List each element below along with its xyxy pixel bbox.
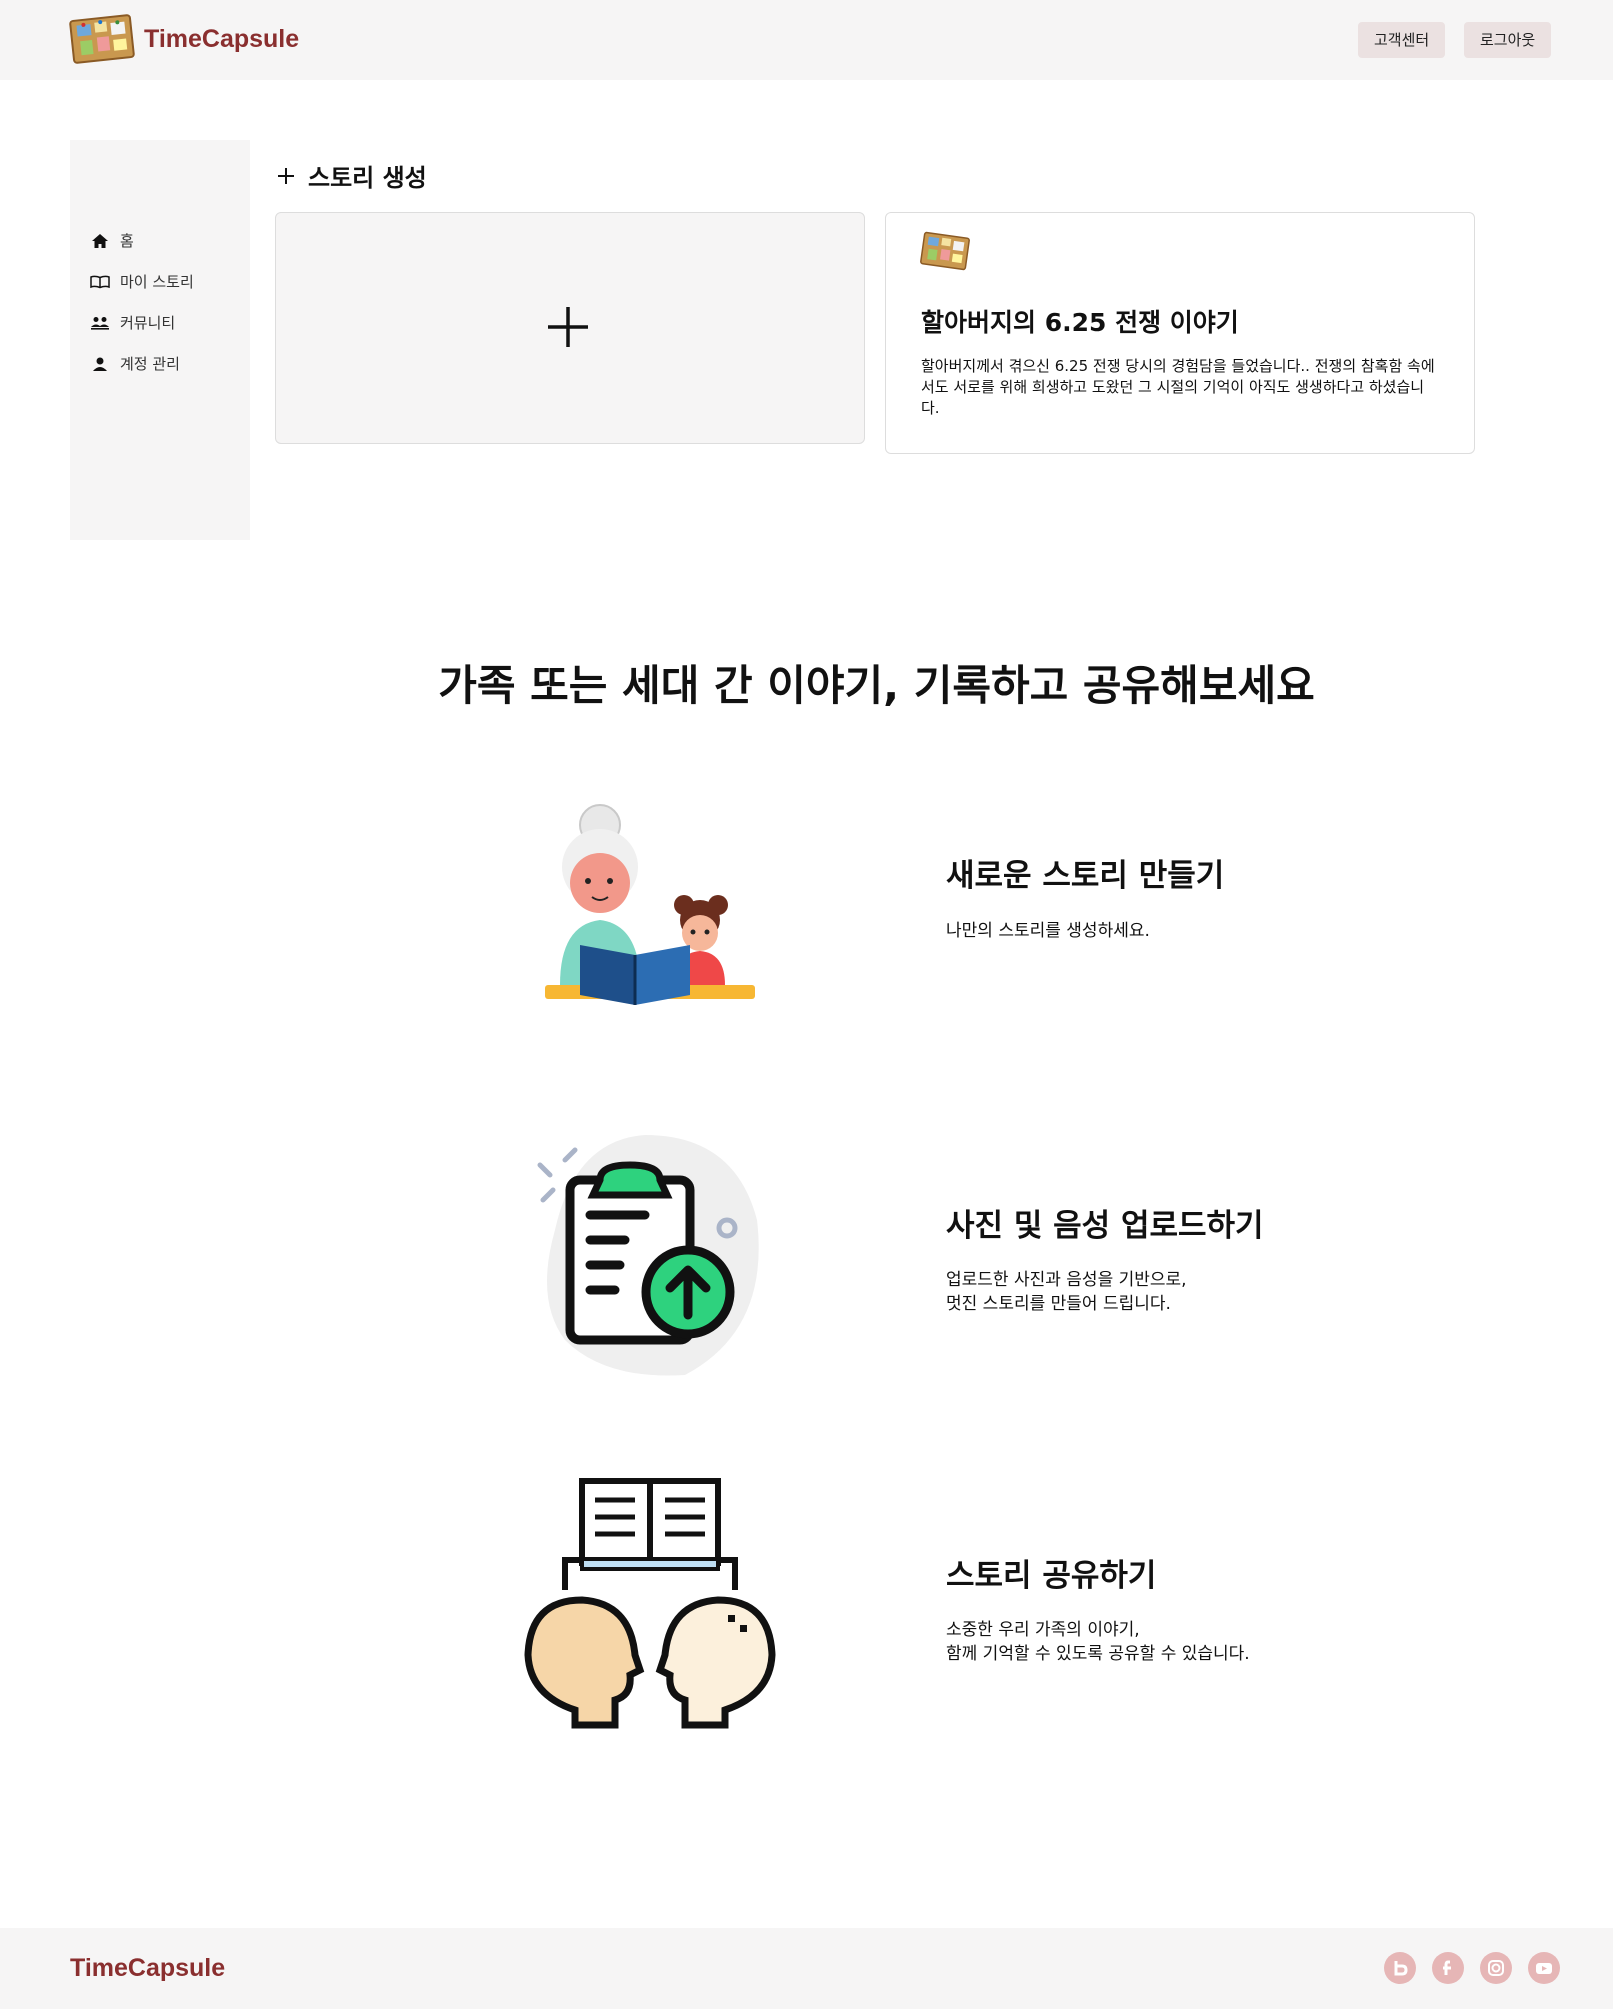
upload-clipboard-illustration bbox=[537, 1135, 759, 1376]
plus-icon bbox=[548, 307, 588, 347]
footer-brand: TimeCapsule bbox=[70, 1954, 226, 1982]
sidebar-item-label: 마이 스토리 bbox=[120, 273, 194, 291]
grandmother-reading-illustration bbox=[545, 804, 755, 1005]
feature-title: 사진 및 음성 업로드하기 bbox=[946, 1208, 1264, 1244]
story-sharing-illustration bbox=[524, 1478, 776, 1729]
sidebar-item-account[interactable]: 계정 관리 bbox=[90, 353, 180, 374]
create-story-heading: 스토리 생성 bbox=[276, 158, 427, 193]
book-icon bbox=[90, 275, 110, 288]
brand-name: TimeCapsule bbox=[144, 24, 300, 53]
youtube-icon[interactable] bbox=[1528, 1952, 1560, 1984]
sidebar-item-my-story[interactable]: 마이 스토리 bbox=[90, 271, 194, 292]
add-story-card[interactable] bbox=[275, 212, 865, 444]
plus-icon bbox=[278, 167, 294, 184]
sidebar-item-label: 계정 관리 bbox=[120, 355, 180, 373]
sidebar-item-community[interactable]: 커뮤니티 bbox=[90, 312, 175, 333]
facebook-icon[interactable] bbox=[1432, 1952, 1464, 1984]
feature-description: 업로드한 사진과 음성을 기반으로, 멋진 스토리를 만들어 드립니다. bbox=[946, 1270, 1187, 1314]
user-icon bbox=[93, 357, 107, 371]
story-card[interactable]: 할아버지의 6.25 전쟁 이야기 할아버지께서 겪으신 6.25 전쟁 당시의… bbox=[885, 212, 1475, 454]
header: TimeCapsule 고객센터 로그아웃 bbox=[0, 0, 1613, 80]
community-icon bbox=[91, 316, 109, 330]
page-headline: 가족 또는 세대 간 이야기, 기록하고 공유해보세요 bbox=[438, 661, 1315, 710]
story-description: 할아버지께서 겪으신 6.25 전쟁 당시의 경험담을 들었습니다.. 전쟁의 … bbox=[921, 357, 1435, 417]
sidebar: 홈 마이 스토리 커뮤니티 계정 관리 bbox=[70, 140, 250, 540]
home-icon bbox=[92, 233, 108, 248]
logo[interactable]: TimeCapsule bbox=[69, 14, 300, 64]
logout-button[interactable]: 로그아웃 bbox=[1464, 22, 1552, 58]
sidebar-item-home[interactable]: 홈 bbox=[90, 230, 134, 251]
story-title: 할아버지의 6.25 전쟁 이야기 bbox=[921, 308, 1239, 337]
footer: TimeCapsule bbox=[0, 1928, 1613, 2009]
story-thumbnail-icon bbox=[920, 231, 970, 271]
instagram-icon[interactable] bbox=[1480, 1952, 1512, 1984]
feature-title: 새로운 스토리 만들기 bbox=[946, 858, 1225, 894]
sidebar-item-label: 커뮤니티 bbox=[120, 314, 176, 332]
blog-icon[interactable] bbox=[1384, 1952, 1416, 1984]
feature-description: 나만의 스토리를 생성하세요. bbox=[946, 921, 1150, 941]
create-story-title: 스토리 생성 bbox=[308, 164, 427, 192]
sidebar-item-label: 홈 bbox=[120, 232, 134, 250]
support-button[interactable]: 고객센터 bbox=[1358, 22, 1446, 58]
feature-title: 스토리 공유하기 bbox=[946, 1558, 1157, 1594]
feature-description: 소중한 우리 가족의 이야기, 함께 기억할 수 있도록 공유할 수 있습니다. bbox=[946, 1620, 1250, 1664]
corkboard-logo-icon bbox=[69, 14, 135, 64]
